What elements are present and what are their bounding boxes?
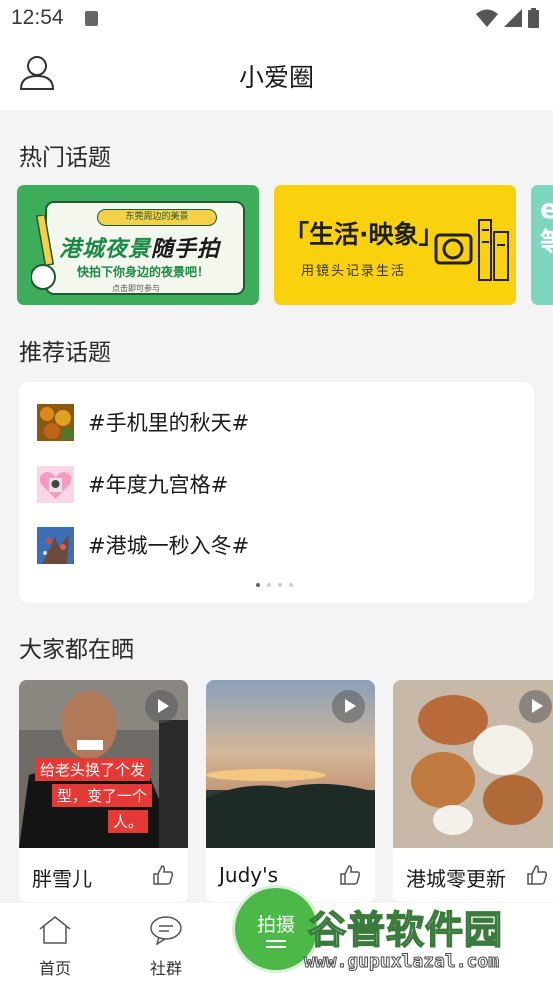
thumbs-up-icon[interactable] <box>339 864 361 886</box>
post-caption-line: 型，变了一个 <box>52 784 153 807</box>
page-title: 小爱圈 <box>238 63 314 92</box>
winter-tree-thumbnail <box>37 526 74 564</box>
play-button[interactable] <box>519 690 552 723</box>
banner-partial[interactable]: e 等 <box>531 185 553 305</box>
post-caption-line: 人。 <box>108 810 149 833</box>
pagination-dots <box>256 583 293 587</box>
post-author: 胖雪儿 <box>32 867 92 891</box>
battery-icon <box>528 8 539 28</box>
banner-hint: 点击即可参与 <box>112 284 160 293</box>
thumbs-up-icon[interactable] <box>526 864 548 886</box>
banner-text: e 等 <box>540 194 553 259</box>
banner-card: 东莞周边的美景 港城夜景随手拍 快拍下你身边的夜景吧！ 点击即可参与 <box>45 201 245 295</box>
topic-label: #港城一秒入冬# <box>88 534 250 558</box>
pencil-icon <box>31 215 56 290</box>
camera-icon <box>434 219 509 281</box>
play-button[interactable] <box>332 690 365 723</box>
tab-label: 社群 <box>149 959 182 978</box>
watermark-url: www.gupuxlazal.com <box>303 951 500 973</box>
topic-item[interactable]: #港城一秒入冬# <box>37 526 249 564</box>
home-icon <box>39 916 71 944</box>
watermark-logo: 谷普软件园 www.gupuxlazal.com <box>300 893 553 983</box>
section-title-recommended: 推荐话题 <box>19 340 111 366</box>
tab-home[interactable]: 首页 <box>25 915 85 979</box>
banner-night-photo[interactable]: 东莞周边的美景 港城夜景随手拍 快拍下你身边的夜景吧！ 点击即可参与 <box>17 185 259 305</box>
pagination-dot[interactable] <box>289 583 293 587</box>
pagination-dot[interactable] <box>256 583 260 587</box>
section-title-everyone-shares: 大家都在晒 <box>19 637 134 663</box>
pagination-dot[interactable] <box>267 583 271 587</box>
topic-label: #手机里的秋天# <box>88 411 250 435</box>
post-card[interactable]: Judy's <box>206 680 375 902</box>
heart-portrait-thumbnail <box>37 465 74 503</box>
post-card[interactable]: 港城零更新 <box>393 680 553 902</box>
tab-label: 首页 <box>38 959 71 978</box>
status-bar: 12:54 <box>0 0 553 38</box>
banner-title: 港城夜景随手拍 <box>59 237 221 262</box>
banner-subtitle: 快拍下你身边的夜景吧！ <box>77 265 210 279</box>
watermark-text: 谷普软件园 <box>307 907 504 953</box>
thumbs-up-icon[interactable] <box>152 864 174 886</box>
wifi-icon <box>476 9 498 27</box>
autumn-leaves-thumbnail <box>37 403 74 441</box>
pagination-dot[interactable] <box>278 583 282 587</box>
status-icons <box>476 8 539 28</box>
topic-item[interactable]: #年度九宫格# <box>37 465 228 503</box>
section-title-hot-topics: 热门话题 <box>19 145 111 171</box>
tab-community[interactable]: 社群 <box>136 915 196 979</box>
chat-bubble-icon <box>150 916 182 946</box>
banner-tag: 东莞周边的美景 <box>97 209 217 226</box>
post-card[interactable]: 给老头换了个发 型，变了一个 人。 胖雪儿 <box>19 680 188 902</box>
app-header: 小爱圈 <box>0 38 553 110</box>
status-time: 12:54 <box>11 6 64 29</box>
signal-icon <box>504 9 522 27</box>
recommended-card: #手机里的秋天# #年度九宫格# #港城一秒入冬# <box>19 382 534 603</box>
post-caption-line: 给老头换了个发 <box>35 758 151 781</box>
menu-lines-icon <box>266 940 286 948</box>
topic-item[interactable]: #手机里的秋天# <box>37 403 249 441</box>
banner-title: 「生活·映象」 <box>284 220 444 249</box>
play-button[interactable] <box>145 690 178 723</box>
banner-subtitle: 用镜头记录生活 <box>301 264 407 279</box>
notification-icon <box>85 11 98 26</box>
post-author: Judy's <box>219 863 279 887</box>
post-author: 港城零更新 <box>406 867 506 891</box>
topic-label: #年度九宫格# <box>88 473 229 497</box>
banner-life-image[interactable]: 「生活·映象」 用镜头记录生活 <box>274 185 516 305</box>
